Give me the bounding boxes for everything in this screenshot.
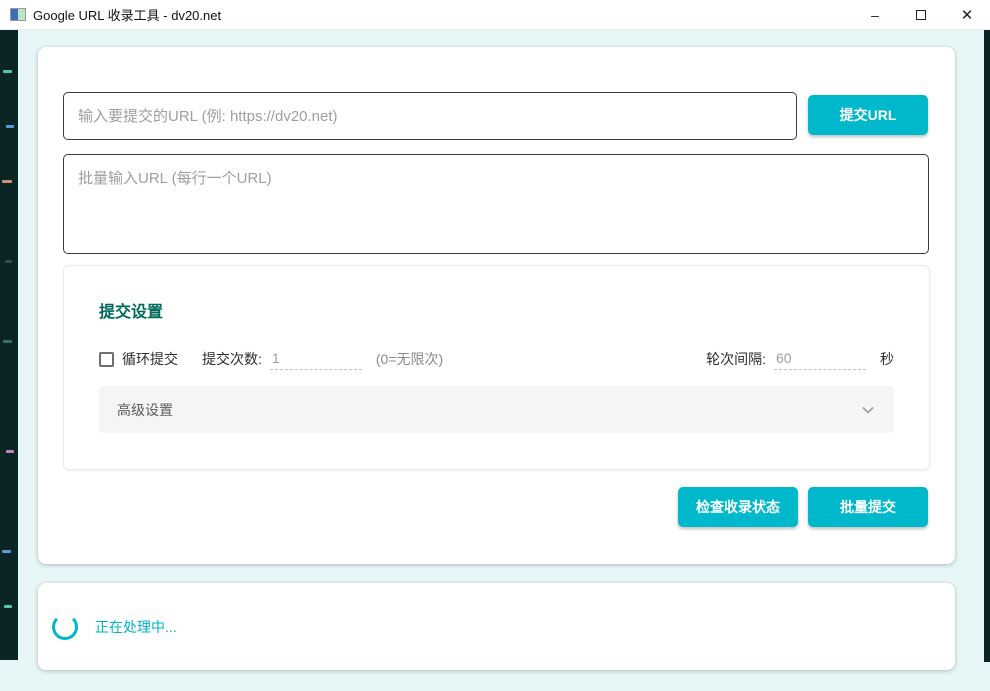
submit-times-label: 提交次数: bbox=[202, 349, 262, 369]
window-controls: – ✕ bbox=[852, 0, 990, 30]
loop-submit-label: 循环提交 bbox=[122, 349, 178, 369]
loop-submit-checkbox[interactable] bbox=[99, 352, 114, 367]
close-button[interactable]: ✕ bbox=[944, 0, 990, 30]
desktop-background-left bbox=[0, 30, 18, 660]
submit-times-hint: (0=无限次) bbox=[376, 349, 443, 369]
batch-submit-button[interactable]: 批量提交 bbox=[808, 487, 928, 527]
loading-spinner-icon bbox=[52, 614, 78, 640]
app-icon bbox=[10, 8, 26, 21]
maximize-icon bbox=[916, 10, 926, 20]
batch-url-textarea[interactable] bbox=[63, 154, 929, 254]
status-panel: 正在处理中... bbox=[38, 583, 955, 670]
round-interval-input[interactable] bbox=[774, 348, 866, 370]
settings-options-row: 循环提交 提交次数: (0=无限次) 轮次间隔: 秒 bbox=[99, 348, 894, 370]
check-index-status-button[interactable]: 检查收录状态 bbox=[678, 487, 798, 527]
chevron-down-icon bbox=[860, 402, 876, 418]
round-interval-label: 轮次间隔: bbox=[706, 349, 766, 369]
actions-row: 检查收录状态 批量提交 bbox=[678, 487, 928, 527]
close-icon: ✕ bbox=[961, 6, 974, 24]
submit-url-button[interactable]: 提交URL bbox=[808, 95, 928, 135]
processing-status-text: 正在处理中... bbox=[95, 617, 177, 637]
maximize-button[interactable] bbox=[898, 0, 944, 30]
settings-panel: 提交设置 循环提交 提交次数: (0=无限次) 轮次间隔: 秒 高级设置 bbox=[63, 265, 930, 470]
desktop-background-right bbox=[984, 30, 990, 662]
main-panel: 提交URL 提交设置 循环提交 提交次数: (0=无限次) 轮次间隔: 秒 高级… bbox=[38, 47, 955, 564]
settings-title: 提交设置 bbox=[99, 298, 163, 322]
advanced-settings-toggle[interactable]: 高级设置 bbox=[99, 386, 894, 433]
window-title: Google URL 收录工具 - dv20.net bbox=[33, 5, 221, 24]
minimize-button[interactable]: – bbox=[852, 0, 898, 30]
title-bar: Google URL 收录工具 - dv20.net – ✕ bbox=[0, 0, 990, 30]
advanced-settings-label: 高级设置 bbox=[117, 400, 173, 420]
url-input[interactable] bbox=[63, 92, 797, 140]
submit-times-input[interactable] bbox=[270, 348, 362, 370]
minimize-icon: – bbox=[871, 7, 879, 23]
interval-unit-label: 秒 bbox=[880, 349, 894, 369]
